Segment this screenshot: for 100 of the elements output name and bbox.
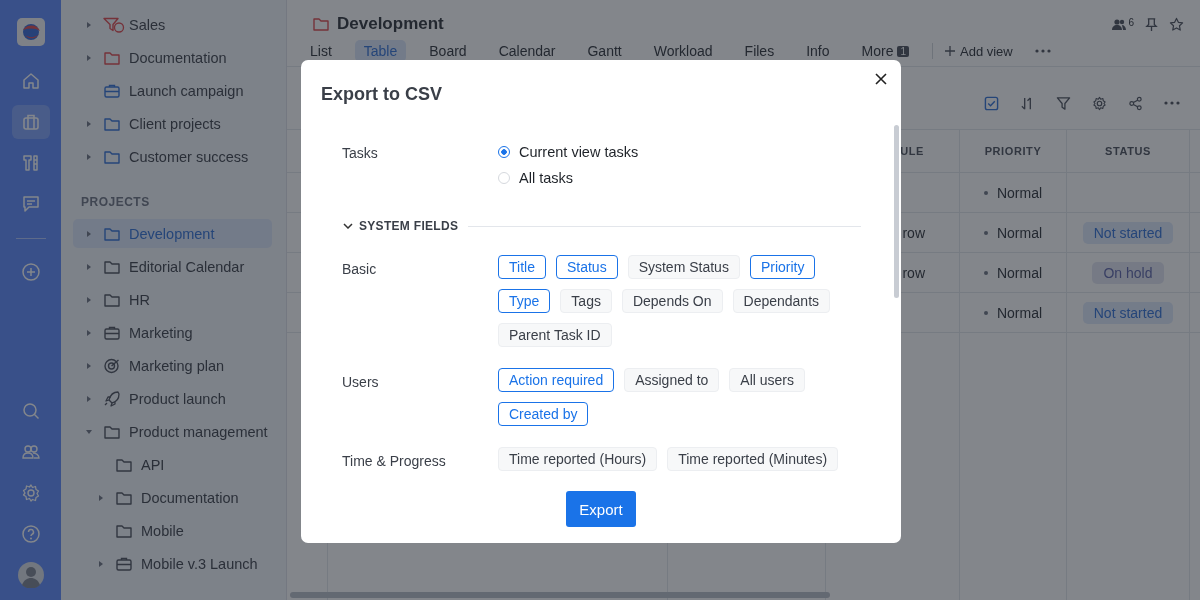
- share-icon[interactable]: [1128, 95, 1143, 111]
- field-chip[interactable]: Priority: [749, 255, 816, 279]
- star-icon[interactable]: [1169, 16, 1184, 32]
- table-cell: Normal: [996, 264, 1043, 281]
- expand-arrow-icon[interactable]: [85, 53, 93, 62]
- users-icon[interactable]: [20, 442, 41, 462]
- view-tab[interactable]: List: [301, 40, 341, 62]
- view-tab[interactable]: More 1: [852, 40, 918, 62]
- field-chip[interactable]: Tags: [560, 289, 612, 313]
- chat-icon[interactable]: [20, 194, 41, 214]
- add-icon[interactable]: [20, 262, 41, 282]
- field-chip[interactable]: Created by: [498, 402, 589, 426]
- tree-item[interactable]: Development: [73, 219, 272, 248]
- expand-arrow-icon[interactable]: [97, 493, 105, 502]
- briefcase-icon[interactable]: [20, 112, 41, 132]
- field-chip[interactable]: Time reported (Minutes): [667, 447, 839, 471]
- column-header: STATUS: [1105, 145, 1151, 157]
- expand-arrow-icon[interactable]: [85, 229, 93, 238]
- tree-item[interactable]: Marketing: [73, 318, 272, 347]
- field-chip[interactable]: Dependants: [732, 289, 831, 313]
- view-tab[interactable]: Files: [735, 40, 784, 62]
- checkbox-icon[interactable]: [984, 95, 999, 111]
- more-icon[interactable]: [1034, 49, 1051, 53]
- status-tag: Not started: [1082, 301, 1174, 324]
- help-icon[interactable]: [20, 524, 41, 544]
- expand-arrow-icon[interactable]: [85, 328, 93, 337]
- dialog-title: Export to CSV: [321, 84, 442, 105]
- briefcase-icon: [103, 324, 121, 341]
- tree-item[interactable]: Editorial Calendar: [73, 252, 272, 281]
- view-tab[interactable]: Table: [354, 40, 407, 62]
- filter-icon[interactable]: [1056, 95, 1071, 111]
- page-title: Development: [337, 14, 444, 34]
- view-tab[interactable]: Board: [420, 40, 476, 62]
- field-label: Users: [342, 373, 380, 392]
- members-button[interactable]: 6: [1111, 17, 1134, 31]
- app-logo[interactable]: [16, 18, 45, 46]
- scrollbar[interactable]: [894, 125, 899, 298]
- table-cell: Normal: [996, 224, 1043, 241]
- avatar-icon[interactable]: [17, 562, 44, 588]
- expand-arrow-icon[interactable]: [85, 152, 93, 161]
- expand-arrow-icon[interactable]: [85, 20, 93, 29]
- folder-icon: [103, 291, 121, 308]
- bullet-icon: [983, 270, 988, 275]
- field-chip[interactable]: Type: [498, 289, 551, 313]
- expand-arrow-icon[interactable]: [85, 427, 93, 436]
- folder-icon: [115, 456, 133, 473]
- radio-option[interactable]: Current view tasks: [498, 142, 639, 161]
- folder-icon: [115, 522, 133, 539]
- field-label: Basic: [342, 260, 378, 279]
- home-icon[interactable]: [20, 71, 41, 91]
- users-icon: [1111, 17, 1128, 31]
- settings-icon[interactable]: [1092, 95, 1107, 111]
- tree-item[interactable]: Mobile: [73, 516, 272, 545]
- tree-item[interactable]: Launch campaign: [73, 76, 272, 105]
- tree-item[interactable]: Client projects: [73, 109, 272, 138]
- tree-item[interactable]: API: [73, 450, 272, 479]
- bullet-icon: [983, 190, 988, 195]
- field-chip[interactable]: System Status: [627, 255, 740, 279]
- folder-icon: [103, 49, 121, 66]
- view-tab[interactable]: Calendar: [489, 40, 565, 62]
- close-icon[interactable]: [875, 73, 887, 85]
- export-button[interactable]: Export: [566, 491, 636, 527]
- view-tab[interactable]: Workload: [644, 40, 722, 62]
- more-icon[interactable]: [1164, 101, 1180, 105]
- pin-icon[interactable]: [1144, 16, 1159, 32]
- field-chip[interactable]: Assigned to: [624, 368, 720, 392]
- expand-arrow-icon[interactable]: [85, 295, 93, 304]
- tree-item[interactable]: Mobile v.3 Launch: [73, 549, 272, 578]
- scrollbar[interactable]: [290, 592, 830, 598]
- field-chip[interactable]: Status: [555, 255, 618, 279]
- field-chip[interactable]: Depends On: [621, 289, 723, 313]
- settings-icon[interactable]: [20, 483, 41, 503]
- field-chip[interactable]: All users: [729, 368, 806, 392]
- add-view-button[interactable]: Add view: [945, 43, 1013, 59]
- field-chip[interactable]: Parent Task ID: [498, 323, 612, 347]
- folder-icon: [103, 423, 121, 440]
- search-icon[interactable]: [20, 401, 41, 421]
- expand-arrow-icon[interactable]: [85, 361, 93, 370]
- expand-arrow-icon[interactable]: [97, 559, 105, 568]
- view-tab[interactable]: Gantt: [578, 40, 631, 62]
- tree-item[interactable]: HR: [73, 285, 272, 314]
- view-tab[interactable]: Info: [797, 40, 839, 62]
- tree-item[interactable]: Product launch: [73, 384, 272, 413]
- field-chip[interactable]: Title: [498, 255, 546, 279]
- tree-item[interactable]: Customer success: [73, 142, 272, 171]
- chevron-icon[interactable]: [343, 223, 353, 229]
- field-chip[interactable]: Action required: [498, 368, 615, 392]
- tree-item[interactable]: Documentation: [73, 43, 272, 72]
- folder-icon: [103, 148, 121, 165]
- expand-arrow-icon[interactable]: [85, 394, 93, 403]
- field-chip[interactable]: Time reported (Hours): [498, 447, 658, 471]
- radio-option[interactable]: All tasks: [498, 168, 639, 187]
- expand-arrow-icon[interactable]: [85, 119, 93, 128]
- tree-item[interactable]: Product management: [73, 417, 272, 446]
- tree-item[interactable]: Marketing plan: [73, 351, 272, 380]
- expand-arrow-icon[interactable]: [85, 262, 93, 271]
- tools-icon[interactable]: [20, 153, 41, 173]
- table-cell: row: [902, 264, 925, 281]
- tree-item[interactable]: Sales: [73, 10, 272, 39]
- tree-item[interactable]: Documentation: [73, 483, 272, 512]
